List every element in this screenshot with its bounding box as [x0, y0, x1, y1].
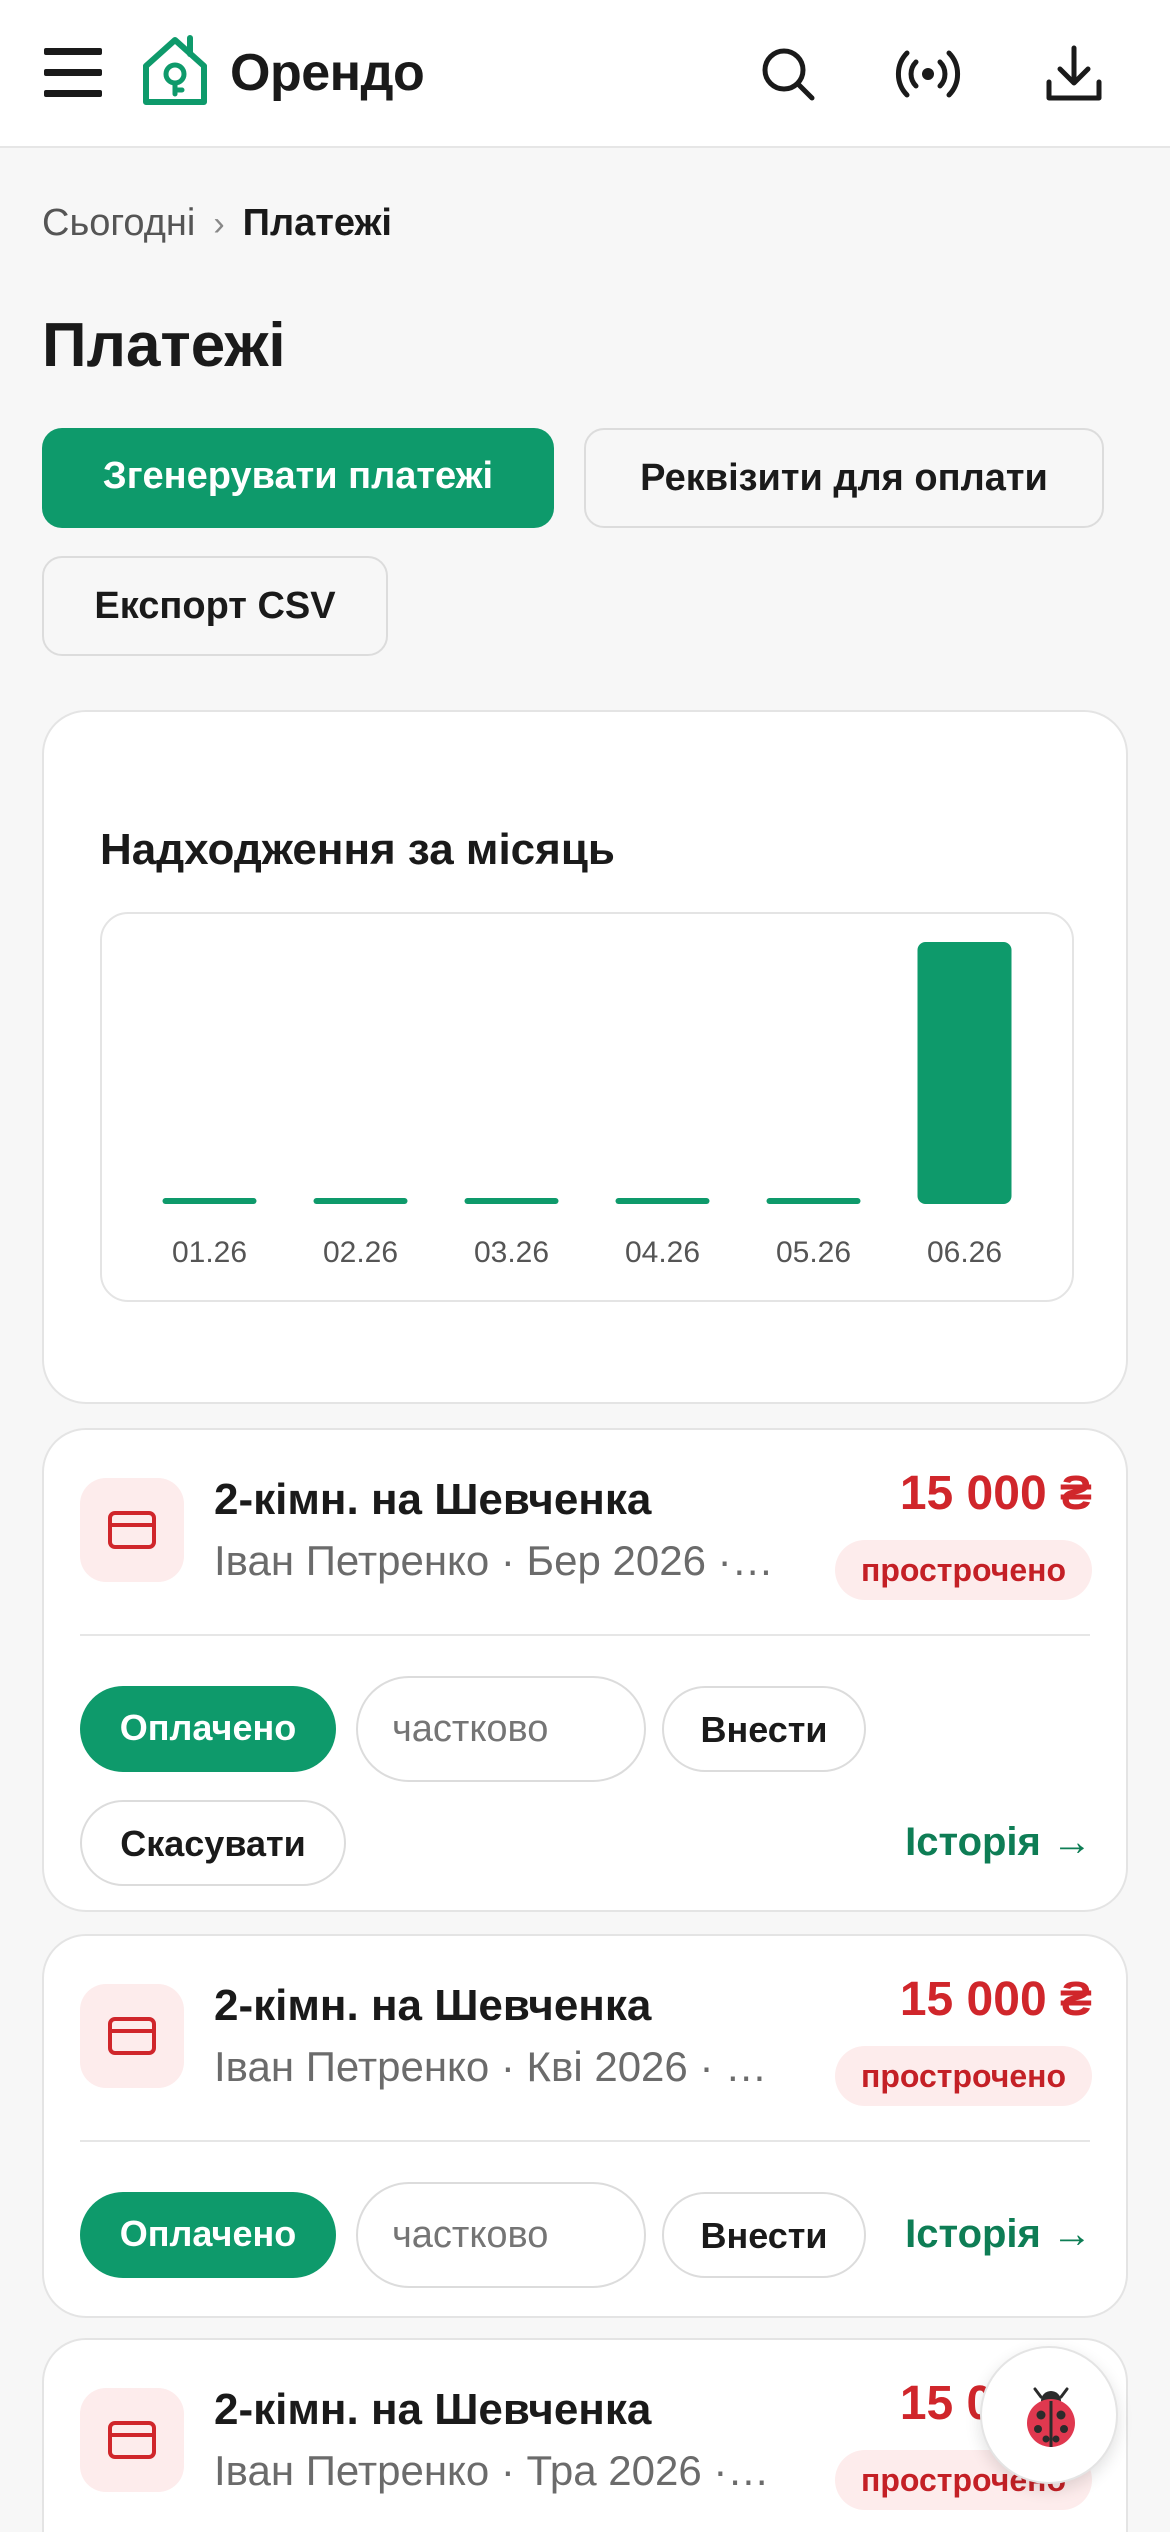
payment-title: 2-кімн. на Шевченка [214, 2385, 652, 2434]
deposit-button[interactable]: Внести [662, 2192, 866, 2278]
menu-icon[interactable] [44, 44, 102, 102]
download-icon[interactable] [1040, 40, 1108, 108]
payment-subtitle: Іван Петренко · Кві 2026 · оренда [214, 2043, 774, 2090]
history-link[interactable]: Історія → [905, 1814, 1092, 1870]
bar-chart: 01.26 02.26 03.26 04.26 05.26 06.26 [162, 942, 1012, 1269]
payment-card: 2-кімн. на Шевченка Іван Петренко · Кві … [42, 1934, 1128, 2318]
chart-title: Надходження за місяць [100, 825, 615, 874]
partial-amount-input[interactable] [356, 2182, 646, 2288]
income-chart-card: Надходження за місяць 01.26 02.26 03.26 04.… [42, 710, 1128, 1404]
payment-amount: 15 000 ₴ [899, 1467, 1092, 1520]
chart-tick-label: 04.26 [625, 1236, 700, 1269]
partial-amount-input[interactable] [356, 1676, 646, 1782]
top-bar: Орендо [0, 0, 1170, 148]
breadcrumb-current: Платежі [242, 202, 392, 244]
status-badge: прострочено [834, 1540, 1092, 1600]
status-badge: прострочено [834, 2046, 1092, 2106]
payment-card: 2-кімн. на Шевченка Іван Петренко · Бер … [42, 1428, 1128, 1912]
chart-tick-label: 01.26 [172, 1236, 247, 1269]
logo-house-icon [140, 34, 210, 110]
breadcrumb-separator: › [213, 205, 225, 243]
brand-name[interactable]: Орендо [230, 40, 425, 106]
card-payment-icon [80, 1984, 184, 2088]
page-title: Платежі [42, 311, 286, 380]
cancel-button[interactable]: Скасувати [80, 1800, 346, 1886]
debug-fab-button[interactable] [980, 2346, 1118, 2484]
divider [80, 2140, 1090, 2142]
chart-bar-02.26 [313, 1198, 408, 1204]
chart-bar-05.26 [766, 1198, 861, 1204]
chart-tick-label: 03.26 [474, 1236, 549, 1269]
payment-amount: 15 000 ₴ [899, 1973, 1092, 2026]
chart-bar-01.26 [162, 1198, 257, 1204]
chart-tick-label: 05.26 [776, 1236, 851, 1269]
ladybug-icon [1027, 2387, 1075, 2447]
payment-title: 2-кімн. на Шевченка [214, 1475, 652, 1524]
card-payment-icon [80, 1478, 184, 1582]
chart-area: 01.26 02.26 03.26 04.26 05.26 06.26 [100, 912, 1074, 1302]
chart-tick-label: 02.26 [323, 1236, 398, 1269]
export-csv-button[interactable]: Експорт CSV [42, 556, 388, 656]
divider [80, 1634, 1090, 1636]
mark-paid-button[interactable]: Оплачено [80, 2192, 336, 2278]
breadcrumb: Сьогодні › Платежі [42, 198, 392, 249]
mark-paid-button[interactable]: Оплачено [80, 1686, 336, 1772]
payment-title: 2-кімн. на Шевченка [214, 1981, 652, 2030]
payment-subtitle: Іван Петренко · Тра 2026 · оренда [214, 2447, 774, 2494]
breadcrumb-root[interactable]: Сьогодні [42, 202, 195, 244]
payment-requisites-button[interactable]: Реквізити для оплати [584, 428, 1104, 528]
payment-card: 2-кімн. на Шевченка Іван Петренко · Тра … [42, 2338, 1128, 2532]
broadcast-icon[interactable] [894, 40, 962, 108]
chart-bar-04.26 [615, 1198, 710, 1204]
card-payment-icon [80, 2388, 184, 2492]
payment-subtitle: Іван Петренко · Бер 2026 · оренда [214, 1537, 774, 1584]
chart-bar-03.26 [464, 1198, 559, 1204]
chart-bar-06.26 [917, 942, 1012, 1204]
history-link[interactable]: Історія → [905, 2206, 1092, 2262]
deposit-button[interactable]: Внести [662, 1686, 866, 1772]
generate-payments-button[interactable]: Згенерувати платежі [42, 428, 554, 528]
search-icon[interactable] [754, 40, 822, 108]
chart-tick-label: 06.26 [927, 1236, 1002, 1269]
